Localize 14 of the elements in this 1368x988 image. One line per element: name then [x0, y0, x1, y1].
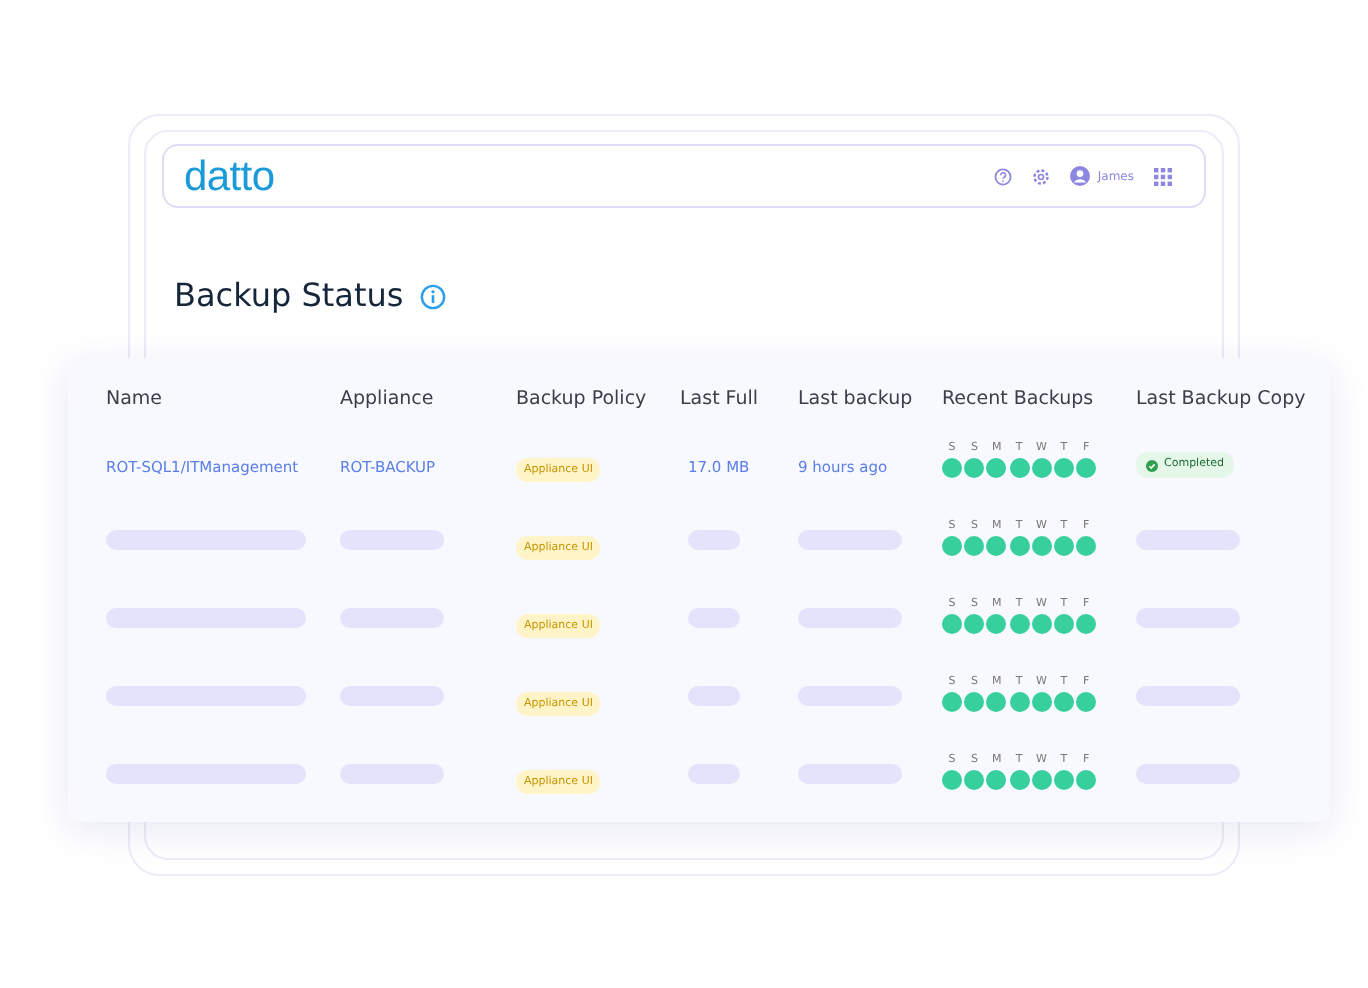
check-icon — [1146, 459, 1158, 471]
column-header[interactable]: Last backup — [798, 388, 913, 410]
help-icon[interactable] — [993, 167, 1012, 185]
info-icon[interactable] — [419, 283, 446, 309]
page-title: Backup Status — [174, 276, 404, 316]
column-header[interactable]: Last Backup Copy — [1136, 388, 1306, 410]
column-header[interactable]: Name — [106, 388, 163, 410]
column-header[interactable]: Last Full — [680, 388, 759, 410]
apps-grid-icon[interactable] — [1154, 167, 1172, 185]
column-header[interactable]: Backup Policy — [516, 388, 647, 410]
column-header[interactable]: Appliance — [340, 388, 434, 410]
settings-icon[interactable] — [1031, 167, 1050, 185]
avatar-icon[interactable] — [1069, 166, 1090, 186]
column-header[interactable]: Recent Backups — [942, 388, 1094, 410]
